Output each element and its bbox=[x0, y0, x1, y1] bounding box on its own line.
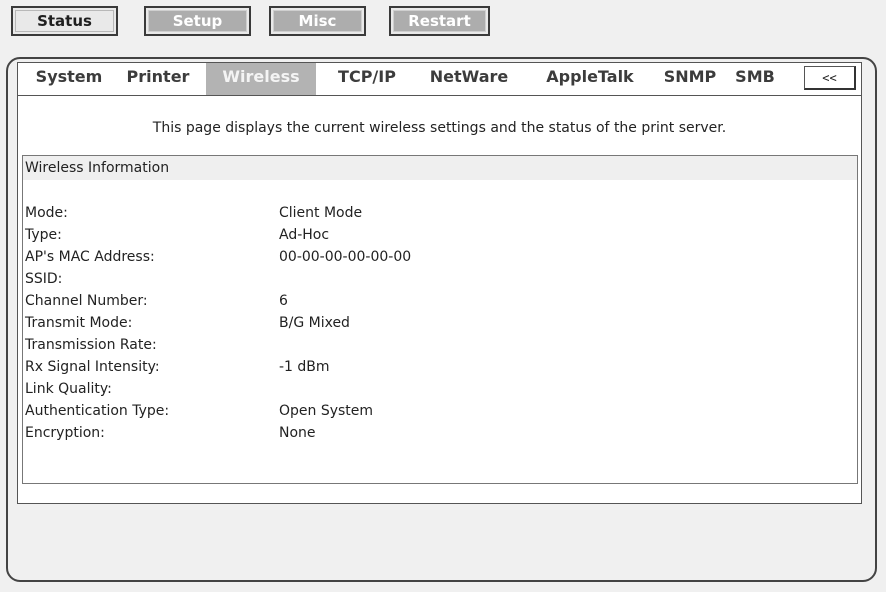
misc-button[interactable]: Misc bbox=[269, 6, 366, 36]
info-value: Open System bbox=[279, 403, 374, 419]
info-value: Ad-Hoc bbox=[279, 227, 330, 243]
info-label: AP's MAC Address: bbox=[25, 249, 155, 265]
info-label: Rx Signal Intensity: bbox=[25, 359, 160, 375]
tab-system[interactable]: System bbox=[32, 63, 106, 95]
tab-bar: System Printer Wireless TCP/IP NetWare A… bbox=[17, 62, 862, 95]
info-label: Channel Number: bbox=[25, 293, 148, 309]
info-value: -1 dBm bbox=[279, 359, 330, 375]
info-label: Transmission Rate: bbox=[25, 337, 157, 353]
info-label: Encryption: bbox=[25, 425, 105, 441]
tab-snmp[interactable]: SNMP bbox=[660, 63, 720, 95]
info-label: SSID: bbox=[25, 271, 63, 287]
info-value: B/G Mixed bbox=[279, 315, 350, 331]
wireless-info-box: Wireless Information Mode: Client Mode T… bbox=[22, 155, 858, 484]
tab-tcpip[interactable]: TCP/IP bbox=[328, 63, 406, 95]
tab-smb[interactable]: SMB bbox=[732, 63, 778, 95]
setup-button-label: Setup bbox=[148, 10, 247, 32]
info-label: Type: bbox=[25, 227, 62, 243]
tab-printer[interactable]: Printer bbox=[122, 63, 194, 95]
tab-netware[interactable]: NetWare bbox=[423, 63, 515, 95]
tabs-previous-button[interactable]: << bbox=[804, 66, 856, 90]
status-button[interactable]: Status bbox=[11, 6, 118, 36]
restart-button[interactable]: Restart bbox=[389, 6, 490, 36]
misc-button-label: Misc bbox=[273, 10, 362, 32]
restart-button-label: Restart bbox=[393, 10, 486, 32]
info-label: Authentication Type: bbox=[25, 403, 170, 419]
wireless-info-title: Wireless Information bbox=[23, 156, 857, 180]
status-button-label: Status bbox=[15, 10, 114, 32]
info-value: 00-00-00-00-00-00 bbox=[279, 249, 412, 265]
info-value: Client Mode bbox=[279, 205, 363, 221]
info-value: 6 bbox=[279, 293, 288, 309]
info-label: Link Quality: bbox=[25, 381, 112, 397]
info-label: Transmit Mode: bbox=[25, 315, 133, 331]
page-description: This page displays the current wireless … bbox=[152, 120, 727, 136]
info-value: None bbox=[279, 425, 316, 441]
tab-wireless[interactable]: Wireless bbox=[206, 63, 316, 95]
content-area: This page displays the current wireless … bbox=[17, 96, 862, 504]
tab-appletalk[interactable]: AppleTalk bbox=[539, 63, 641, 95]
info-label: Mode: bbox=[25, 205, 68, 221]
setup-button[interactable]: Setup bbox=[144, 6, 251, 36]
